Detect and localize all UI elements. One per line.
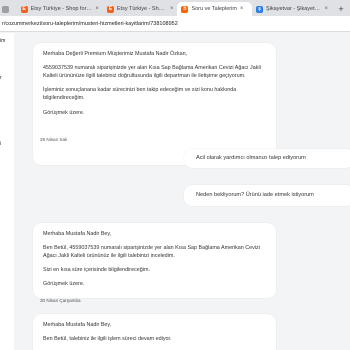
site-icon: h	[181, 5, 189, 13]
browser-tab-sikayetvar[interactable]: ş Şikayetvar - Şikayetvar ×	[252, 2, 332, 16]
message-paragraph: Görüşmek üzere.	[43, 281, 85, 288]
address-bar[interactable]: r/cozummerkezi/soru-taleplerim/musteri-h…	[0, 16, 350, 32]
tab-label: Etsy Türkiye - Shop for handm	[30, 6, 93, 12]
sidebar-item-1[interactable]: im	[0, 38, 5, 44]
message-paragraph: Görüşmek üzere.	[43, 109, 85, 116]
browser-tab-soru-ve-taleplerim[interactable]: h Soru ve Taleplerim ×	[177, 2, 253, 16]
close-icon[interactable]: ×	[95, 6, 99, 12]
agent-message: Merhaba Değerli Premium Müşterimiz Musta…	[33, 43, 276, 165]
message-text: Neden bekliyorum? Ürünü iade etmek istiy…	[196, 192, 314, 199]
sidebar-item-3[interactable]: i	[0, 141, 1, 147]
message-paragraph: Merhaba Mustafa Nadir Bey,	[43, 322, 112, 328]
sidebar: im r i	[0, 33, 14, 350]
message-paragraph: Ben Betül, talebiniz ile ilgili işlem sü…	[43, 336, 172, 343]
sidebar-item-2[interactable]: r	[0, 75, 2, 81]
user-message: Acil olarak yardımcı olmanızı talep ediy…	[184, 149, 350, 168]
generic-page-icon	[2, 5, 9, 13]
url-text: r/cozummerkezi/soru-taleplerim/musteri-h…	[2, 20, 178, 27]
browser-tab-etsy-2[interactable]: E Etsy Türkiye - Shop for handm ×	[103, 2, 178, 16]
etsy-icon: E	[20, 5, 28, 13]
etsy-icon: E	[106, 5, 114, 13]
message-date: 30 Nisan Çarşamba	[40, 298, 81, 303]
browser-tab-strip: E Etsy Türkiye - Shop for handm × E Etsy…	[0, 0, 350, 16]
message-date: 29 Nisan Salı	[40, 137, 68, 142]
message-paragraph: Merhaba Mustafa Nadir Bey,	[43, 231, 112, 237]
user-message: Neden bekliyorum? Ürünü iade etmek istiy…	[184, 185, 350, 206]
new-tab-button[interactable]: +	[332, 2, 350, 16]
agent-message: Merhaba Mustafa Nadir Bey, Ben Betül, ta…	[33, 314, 276, 350]
message-text: Acil olarak yardımcı olmanızı talep ediy…	[196, 155, 306, 162]
browser-tab-pinned[interactable]	[0, 2, 17, 16]
agent-message: Merhaba Mustafa Nadir Bey, Ben Betül, 45…	[33, 223, 276, 298]
browser-tab-etsy-1[interactable]: E Etsy Türkiye - Shop for handm ×	[17, 2, 103, 16]
message-paragraph: Merhaba Değerli Premium Müşterimiz Musta…	[43, 51, 188, 57]
sikayetvar-icon: ş	[256, 5, 264, 13]
message-paragraph: Ben Betül, 4559037539 numaralı siparişin…	[43, 245, 260, 260]
tab-label: Şikayetvar - Şikayetvar	[266, 6, 322, 12]
message-paragraph: İşleminiz sonuçlanana kadar sürecinizi b…	[43, 87, 237, 102]
message-paragraph: 4559037539 numaralı siparişinizde yer al…	[43, 65, 261, 80]
conversation-thread: Merhaba Değerli Premium Müşterimiz Musta…	[18, 33, 350, 350]
tab-label: Etsy Türkiye - Shop for handm	[116, 6, 167, 12]
tab-label: Soru ve Taleplerim	[191, 6, 237, 12]
message-paragraph: Sizi en kısa süre içerisinde bilgilendir…	[43, 267, 150, 274]
close-icon[interactable]: ×	[240, 6, 244, 12]
close-icon[interactable]: ×	[170, 6, 174, 12]
close-icon[interactable]: ×	[325, 6, 329, 12]
